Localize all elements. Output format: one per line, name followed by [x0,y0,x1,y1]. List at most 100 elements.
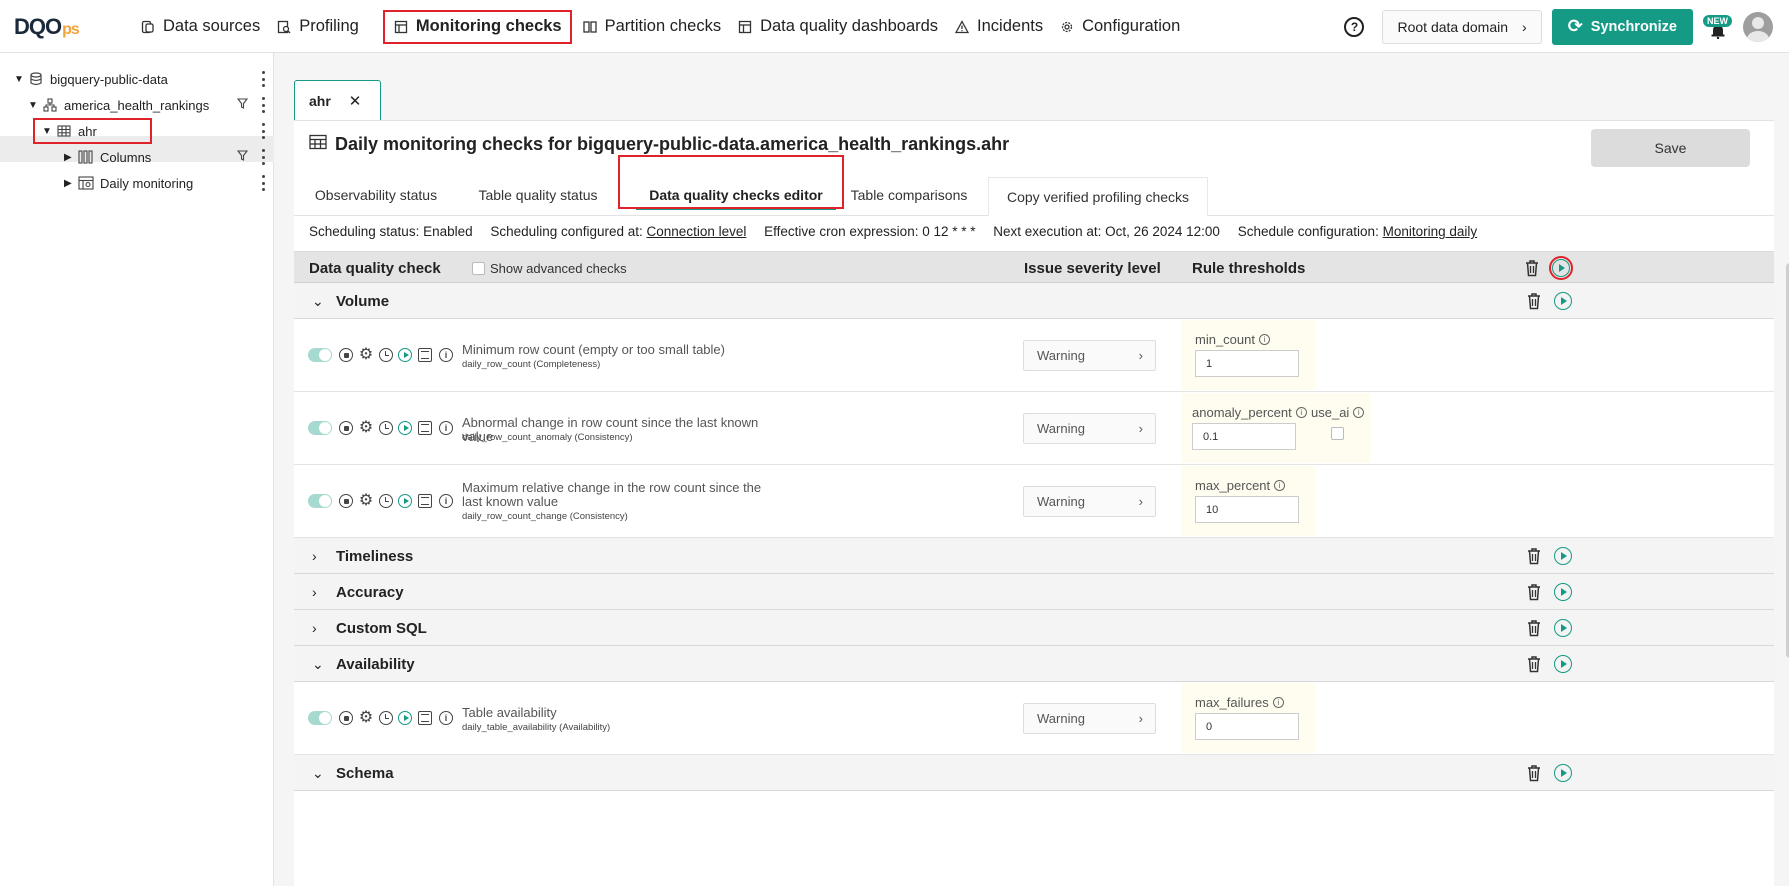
clock-icon[interactable] [379,348,393,362]
stop-icon[interactable] [339,494,353,508]
delete-icon[interactable] [1526,655,1542,673]
delete-icon[interactable] [1526,619,1542,637]
nav-configuration[interactable]: Configuration [1051,10,1188,44]
severity-selector[interactable]: Warning › [1023,413,1156,444]
info-icon[interactable]: i [439,494,453,508]
info-icon[interactable]: i [439,421,453,435]
schema-icon [42,97,58,113]
more-options-icon[interactable] [260,123,266,139]
schedule-configuration: Schedule configuration: Monitoring daily [1237,224,1478,239]
tab-observability-status[interactable]: Observability status [308,174,444,216]
results-list-icon[interactable] [418,494,432,508]
min-count-input[interactable]: 1 [1195,350,1299,377]
info-icon[interactable]: i [439,711,453,725]
run-icon[interactable] [1554,292,1572,310]
severity-selector[interactable]: Warning › [1023,486,1156,517]
group-accuracy[interactable]: › Accuracy [294,574,1774,610]
filter-icon[interactable] [236,98,249,112]
stop-icon[interactable] [339,421,353,435]
group-custom-sql[interactable]: › Custom SQL [294,610,1774,646]
clock-icon[interactable] [379,421,393,435]
advanced-checkbox[interactable] [472,261,485,275]
close-icon[interactable]: ✕ [349,92,362,110]
enable-toggle[interactable] [308,348,332,362]
save-button[interactable]: Save [1591,129,1750,167]
max-failures-input[interactable]: 0 [1195,713,1299,740]
info-icon[interactable]: i [439,348,453,362]
tree-daily-monitoring[interactable]: ▶ Daily monitoring [64,170,274,196]
group-volume[interactable]: ⌄ Volume [294,283,1774,319]
delete-icon[interactable] [1526,292,1542,310]
tab-table-comparisons[interactable]: Table comparisons [842,174,976,216]
nav-dashboards[interactable]: Data quality dashboards [729,10,946,44]
max-percent-input[interactable]: 10 [1195,496,1299,523]
more-options-icon[interactable] [260,97,266,113]
tab-copy-verified-profiling-checks[interactable]: Copy verified profiling checks [988,177,1208,216]
avatar[interactable] [1743,11,1773,42]
gear-icon[interactable]: ⚙ [359,346,373,363]
run-check-icon[interactable] [398,494,412,508]
severity-selector[interactable]: Warning › [1023,340,1156,371]
tree-schema[interactable]: ▼ america_health_rankings [28,92,274,118]
help-icon[interactable]: ? [1344,16,1365,37]
group-availability[interactable]: ⌄ Availability [294,646,1774,682]
stop-icon[interactable] [339,711,353,725]
nav-monitoring-checks[interactable]: Monitoring checks [382,9,572,44]
group-schema[interactable]: ⌄ Schema [294,755,1774,791]
run-check-icon[interactable] [398,421,412,435]
tree-connection[interactable]: ▼ bigquery-public-data [14,66,274,92]
run-icon[interactable] [1554,583,1572,601]
enable-toggle[interactable] [308,711,332,725]
delete-all-icon[interactable] [1524,259,1540,277]
editor-tab-ahr[interactable]: ahr ✕ [294,80,381,120]
group-timeliness[interactable]: › Timeliness [294,538,1774,574]
check-row: ⚙ i Minimum row count (empty or too smal… [294,319,1774,392]
nav-data-sources[interactable]: Data sources [132,10,268,44]
run-check-icon[interactable] [398,348,412,362]
delete-icon[interactable] [1526,583,1542,601]
logo[interactable]: DQO ps [14,14,80,40]
page-title-text: Daily monitoring checks for bigquery-pub… [335,134,1010,154]
anomaly-percent-input[interactable]: 0.1 [1192,423,1296,450]
tree-columns[interactable]: ▶ Columns [64,144,274,170]
severity-selector[interactable]: Warning › [1023,703,1156,734]
more-options-icon[interactable] [260,149,266,165]
results-list-icon[interactable] [418,711,432,725]
synchronize-button[interactable]: ⟳ Synchronize [1551,8,1693,45]
run-icon[interactable] [1554,655,1572,673]
filter-icon[interactable] [236,150,249,164]
results-list-icon[interactable] [418,421,432,435]
more-options-icon[interactable] [260,71,266,87]
more-options-icon[interactable] [260,175,266,191]
nav-partition-checks[interactable]: Partition checks [574,10,729,44]
stop-icon[interactable] [339,348,353,362]
gear-icon[interactable]: ⚙ [359,709,373,726]
gear-icon[interactable]: ⚙ [359,492,373,509]
use-ai-checkbox[interactable] [1331,427,1344,440]
header-thresholds: Rule thresholds [1192,259,1306,277]
run-check-icon[interactable] [398,711,412,725]
notifications-button[interactable]: NEW [1703,9,1732,45]
run-icon[interactable] [1554,619,1572,637]
run-icon[interactable] [1554,547,1572,565]
show-advanced-checks[interactable]: Show advanced checks [472,252,627,284]
delete-icon[interactable] [1526,547,1542,565]
param-label: max_percent i [1195,478,1286,493]
gear-icon[interactable]: ⚙ [359,419,373,436]
results-list-icon[interactable] [418,348,432,362]
clock-icon[interactable] [379,711,393,725]
run-icon[interactable] [1554,764,1572,782]
group-name: Timeliness [336,547,414,565]
clock-icon[interactable] [379,494,393,508]
monitoring-daily-link[interactable]: Monitoring daily [1383,224,1478,239]
enable-toggle[interactable] [308,421,332,435]
nav-profiling[interactable]: Profiling [268,10,367,44]
severity-label: Warning [1037,348,1085,363]
nav-incidents[interactable]: Incidents [946,10,1051,44]
chevron-right-icon: › [1522,18,1527,35]
enable-toggle[interactable] [308,494,332,508]
delete-icon[interactable] [1526,764,1542,782]
connection-level-link[interactable]: Connection level [647,224,747,239]
domain-selector[interactable]: Root data domain › [1382,9,1542,44]
tab-table-quality-status[interactable]: Table quality status [470,174,606,216]
